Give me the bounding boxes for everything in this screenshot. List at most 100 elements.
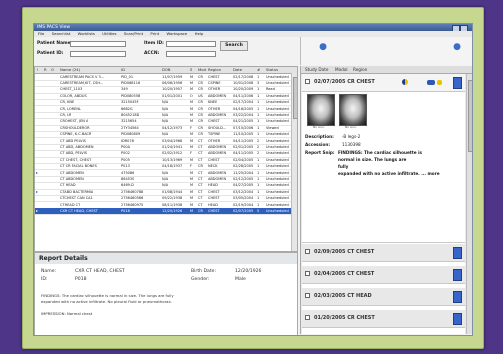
- cell-count: 1: [257, 183, 260, 188]
- tab-modal[interactable]: Modal: [335, 66, 348, 73]
- document-icon[interactable]: [453, 313, 462, 325]
- row-flag-icon: [36, 107, 40, 111]
- col-read[interactable]: R: [44, 67, 47, 73]
- study-scrollbar[interactable]: [466, 74, 472, 334]
- accn-input[interactable]: [166, 51, 216, 57]
- study-checkbox[interactable]: [305, 293, 310, 298]
- menu-worklists[interactable]: Worklists: [78, 31, 95, 36]
- cell-region: ABDOMEN: [208, 144, 227, 149]
- scrollbar-thumb[interactable]: [293, 77, 297, 119]
- cell-status: Unscheduled: [266, 157, 289, 162]
- tab-region[interactable]: Region: [353, 66, 367, 73]
- row-flag-icon: ▸: [36, 207, 39, 213]
- study-checkbox[interactable]: [305, 249, 310, 254]
- report-title: Report Details: [35, 253, 297, 264]
- cell-id: 2756460566: [121, 196, 144, 201]
- study-item[interactable]: 02/03/2005 CT HEAD: [302, 288, 465, 306]
- xray-thumbnail[interactable]: [339, 94, 367, 126]
- key-icon[interactable]: [427, 80, 435, 85]
- row-flag-icon: [36, 196, 40, 200]
- cell-count: 1: [257, 164, 260, 169]
- patient-id-input[interactable]: [70, 51, 126, 57]
- expanded-study[interactable]: 02/07/2005 CR CHEST No Ann. No Ann. Desc…: [302, 74, 465, 243]
- cell-count: 2: [257, 144, 260, 149]
- cell-region: OTHER: [208, 138, 221, 143]
- tab-study-date[interactable]: Study Date: [305, 66, 328, 73]
- cell-date: 04/11/2005: [233, 138, 254, 143]
- cell-dob: N/A: [162, 183, 169, 188]
- cell-date: 02/28/2005: [233, 164, 254, 169]
- highlight-icon[interactable]: [437, 80, 442, 85]
- menu-print[interactable]: Print: [150, 31, 159, 36]
- patient-name-label: Patient Name:: [37, 41, 73, 46]
- cell-date: 04/27/2005: [233, 183, 254, 188]
- menu-file[interactable]: File: [38, 31, 44, 36]
- col-id[interactable]: ID: [121, 67, 125, 73]
- study-item[interactable]: 02/09/2005 CT CHEST: [302, 244, 465, 262]
- col-date[interactable]: Date: [233, 67, 242, 73]
- col-flag[interactable]: !: [37, 67, 39, 73]
- cell-region: ABDOMEN: [208, 93, 227, 98]
- cell-dob: 02/02/1912: [162, 151, 183, 156]
- grid-scrollbar[interactable]: [291, 73, 297, 251]
- cell-id: 2756460788: [121, 189, 144, 194]
- study-item[interactable]: 02/04/2005 CT CHEST: [302, 266, 465, 284]
- col-dob[interactable]: DOB: [162, 67, 171, 73]
- study-checkbox[interactable]: [305, 271, 310, 276]
- cell-count: 1: [257, 132, 260, 137]
- search-button[interactable]: Search: [220, 41, 248, 51]
- cell-id: 3215654: [121, 119, 137, 124]
- title-bar: IMS PACS View: [34, 24, 472, 32]
- xray-thumbnail[interactable]: [307, 94, 335, 126]
- scrollbar-thumb[interactable]: [468, 80, 472, 152]
- cell-status: Unscheduled: [266, 183, 289, 188]
- cell-name: CROHEST, JEN A: [60, 119, 89, 124]
- cell-id: P013: [121, 164, 130, 169]
- cell-date: 02/12/2005: [233, 176, 254, 181]
- cell-sex: M: [190, 202, 194, 207]
- cell-sex: M: [190, 112, 194, 117]
- study-label: 02/03/2005 CT HEAD: [314, 293, 372, 299]
- col-mod[interactable]: Mod: [198, 67, 206, 73]
- cell-mod: CT: [198, 144, 203, 149]
- study-item[interactable]: 01/20/2005 CR CHEST: [302, 310, 465, 328]
- menu-workspace[interactable]: Workspace: [167, 31, 188, 36]
- document-icon[interactable]: [453, 269, 462, 281]
- document-icon[interactable]: [453, 247, 462, 259]
- cell-sex: M: [190, 157, 194, 162]
- item-id-input[interactable]: [166, 41, 216, 47]
- table-row-selected[interactable]: ▸ CXR CT HEAD, CHEST P018 12/20/1926 M CR CHES…: [35, 207, 297, 216]
- cell-dob: 04/12/1973: [162, 125, 183, 130]
- cell-region: CHEST: [208, 157, 220, 162]
- study-checkbox[interactable]: [305, 79, 310, 84]
- cell-dob: 11/07/1959: [162, 74, 183, 79]
- document-icon[interactable]: [453, 291, 462, 303]
- cell-sex: O: [190, 93, 193, 98]
- cell-dob: 04/18/1937: [162, 164, 183, 169]
- menu-searchlist[interactable]: Searchlist: [52, 31, 71, 36]
- cell-status: Unscheduled: [266, 106, 289, 111]
- row-flag-icon: [36, 158, 40, 162]
- col-region[interactable]: Region: [208, 67, 221, 73]
- col-count[interactable]: #: [257, 67, 260, 73]
- col-order[interactable]: O: [51, 67, 54, 73]
- cell-region: NECK: [208, 164, 218, 169]
- col-name[interactable]: Name (24): [60, 67, 80, 73]
- col-status[interactable]: Status: [266, 67, 278, 73]
- menu-scan-print[interactable]: Scan/Print: [124, 31, 143, 36]
- menu-utilities[interactable]: Utilities: [102, 31, 116, 36]
- menu-help[interactable]: Help: [195, 31, 204, 36]
- report-birth-value: 12/20/1926: [235, 269, 262, 274]
- cell-sex: M: [190, 189, 194, 194]
- pin-icon[interactable]: ●: [451, 41, 463, 53]
- study-checkbox[interactable]: [305, 315, 310, 320]
- patient-name-input[interactable]: [70, 41, 126, 47]
- report-name-value: CXR CT HEAD, CHEST: [75, 269, 125, 274]
- study-header[interactable]: 02/07/2005 CR CHEST: [302, 74, 465, 92]
- cell-mod: CR: [198, 208, 203, 213]
- report-snip-line[interactable]: expanded with no active infiltrate. ... …: [338, 171, 440, 176]
- report-impression: IMPRESSION: Normal chest: [41, 311, 93, 316]
- pin-icon[interactable]: ●: [317, 41, 329, 53]
- col-sex[interactable]: S: [190, 67, 192, 73]
- document-icon[interactable]: [453, 77, 462, 89]
